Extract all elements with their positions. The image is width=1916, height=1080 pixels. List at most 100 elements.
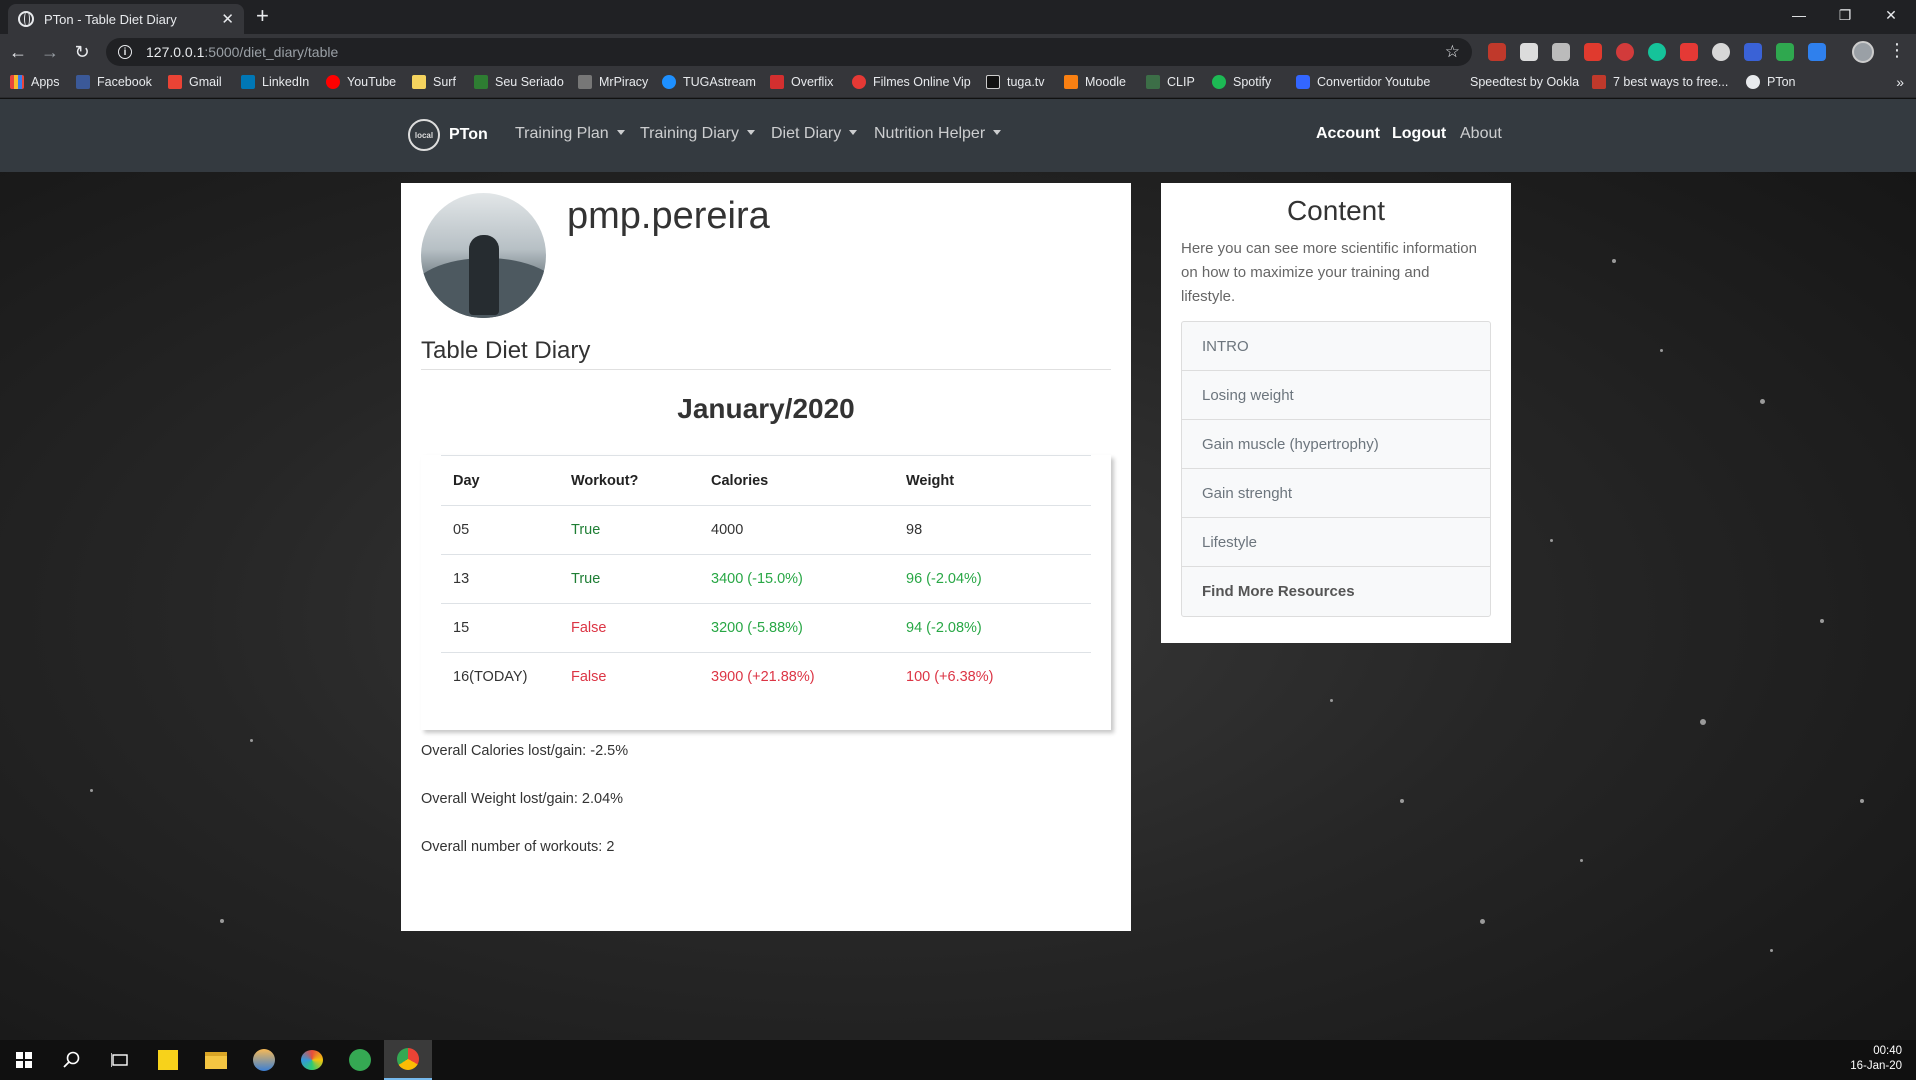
sticky-notes-icon	[158, 1050, 178, 1070]
summary-calories: Overall Calories lost/gain: -2.5%	[421, 743, 629, 759]
bookmark-spotify[interactable]: Spotify	[1212, 75, 1271, 89]
nav-training-diary-dropdown[interactable]: Training Diary	[640, 125, 755, 143]
bookmark-youtube[interactable]: YouTube	[326, 75, 396, 89]
bookmark-mrpiracy[interactable]: MrPiracy	[578, 75, 648, 89]
address-bar[interactable]: i 127.0.0.1:5000/diet_diary/table ☆	[106, 38, 1472, 66]
content-link-losing-weight[interactable]: Losing weight	[1182, 371, 1490, 420]
bookmark-label: Gmail	[189, 75, 222, 89]
site-icon	[662, 75, 676, 89]
bookmark-facebook[interactable]: Facebook	[76, 75, 152, 89]
taskbar-chrome[interactable]	[384, 1040, 432, 1080]
back-button[interactable]: ←	[6, 40, 30, 64]
taskbar-paint[interactable]	[288, 1040, 336, 1080]
linkedin-icon	[241, 75, 255, 89]
bookmark-pton[interactable]: PTon	[1746, 75, 1796, 89]
content-link-lifestyle[interactable]: Lifestyle	[1182, 518, 1490, 567]
zip-extension-icon[interactable]	[1744, 43, 1762, 61]
shield-extension-icon[interactable]	[1808, 43, 1826, 61]
url-path: :5000/diet_diary/table	[204, 44, 339, 60]
caret-down-icon	[616, 130, 625, 135]
background-speck	[1820, 619, 1824, 623]
info-icon[interactable]: i	[118, 45, 132, 59]
extension-icon[interactable]	[1520, 43, 1538, 61]
bookmark-surf[interactable]: Surf	[412, 75, 456, 89]
taskbar-app[interactable]	[336, 1040, 384, 1080]
gmail-icon	[168, 75, 182, 89]
cell-calories: 3400 (-15.0%)	[699, 554, 894, 604]
bookmark-overflix[interactable]: Overflix	[770, 75, 833, 89]
bookmark-label: Facebook	[97, 75, 152, 89]
bookmark-label: YouTube	[347, 75, 397, 89]
content-link-find-more-resources[interactable]: Find More Resources	[1182, 567, 1490, 616]
task-view-button[interactable]	[96, 1040, 144, 1080]
nav-logout-link[interactable]: Logout	[1392, 125, 1446, 143]
reload-button[interactable]: ↻	[70, 40, 94, 64]
more-bookmarks-button[interactable]: »	[1896, 74, 1904, 90]
system-clock[interactable]: 00:40 16-Jan-20	[1850, 1044, 1902, 1074]
nav-label: Diet Diary	[771, 125, 842, 142]
search-button[interactable]	[48, 1040, 96, 1080]
clock-date: 16-Jan-20	[1850, 1060, 1902, 1072]
clock-time: 00:40	[1873, 1045, 1902, 1057]
content-link-intro[interactable]: INTRO	[1182, 322, 1490, 371]
bookmark-speedtest[interactable]: Speedtest by Ookla	[1470, 75, 1579, 89]
background-speck	[1480, 919, 1485, 924]
forward-button[interactable]: →	[38, 40, 62, 64]
browser-menu-icon[interactable]: ⋮	[1888, 40, 1906, 61]
bookmark-convertidor-youtube[interactable]: Convertidor Youtube	[1296, 75, 1430, 89]
brand-link[interactable]: local PTon	[408, 119, 488, 151]
grammarly-extension-icon[interactable]	[1648, 43, 1666, 61]
adblock-extension-icon[interactable]	[1488, 43, 1506, 61]
bookmark-gmail[interactable]: Gmail	[168, 75, 222, 89]
bookmark-filmes-online-vip[interactable]: Filmes Online Vip	[852, 75, 971, 89]
app-icon	[253, 1049, 275, 1071]
bookmark-tuga-tv[interactable]: tuga.tv	[986, 75, 1045, 89]
restore-window-button[interactable]: ❐	[1822, 0, 1868, 30]
close-tab-icon[interactable]: ✕	[221, 10, 234, 28]
bookmark-label: Convertidor Youtube	[1317, 75, 1431, 89]
nav-about-link[interactable]: About	[1460, 125, 1502, 143]
site-navbar: local PTon Training Plan Training Diary …	[0, 99, 1916, 172]
bookmark-7-best-ways[interactable]: 7 best ways to free...	[1592, 75, 1728, 89]
extension-icon[interactable]	[1680, 43, 1698, 61]
content-link-gain-muscle[interactable]: Gain muscle (hypertrophy)	[1182, 420, 1490, 469]
nav-training-plan-dropdown[interactable]: Training Plan	[515, 125, 625, 143]
new-tab-button[interactable]: +	[256, 5, 269, 27]
extension-icon[interactable]	[1616, 43, 1634, 61]
nav-account-link[interactable]: Account	[1316, 125, 1380, 143]
column-header-workout: Workout?	[559, 455, 699, 506]
profile-avatar-icon[interactable]	[1852, 41, 1874, 63]
page-title: Table Diet Diary	[421, 337, 1111, 370]
minimize-window-button[interactable]: —	[1776, 0, 1822, 30]
extension-icon[interactable]	[1712, 43, 1730, 61]
table-row: 13 True 3400 (-15.0%) 96 (-2.04%)	[441, 554, 1091, 604]
bookmarks-bar: Apps Facebook Gmail LinkedIn YouTube Sur…	[0, 70, 1916, 98]
drive-extension-icon[interactable]	[1552, 43, 1570, 61]
bookmark-apps[interactable]: Apps	[10, 75, 60, 89]
bookmark-seu-seriado[interactable]: Seu Seriado	[474, 75, 564, 89]
nav-diet-diary-dropdown[interactable]: Diet Diary	[771, 125, 858, 143]
background-speck	[1400, 799, 1404, 803]
folder-icon	[412, 75, 426, 89]
shield-extension-icon[interactable]	[1776, 43, 1794, 61]
column-header-weight: Weight	[894, 455, 1091, 506]
taskbar-app[interactable]	[240, 1040, 288, 1080]
start-button[interactable]	[0, 1040, 48, 1080]
content-link-gain-strength[interactable]: Gain strenght	[1182, 469, 1490, 518]
taskbar-file-explorer[interactable]	[192, 1040, 240, 1080]
close-window-button[interactable]: ✕	[1868, 0, 1914, 30]
browser-tab[interactable]: PTon - Table Diet Diary ✕	[8, 4, 244, 34]
browser-tab-strip: PTon - Table Diet Diary ✕ + — ❐ ✕	[0, 0, 1916, 34]
cell-day: 05	[441, 505, 559, 555]
pdf-extension-icon[interactable]	[1584, 43, 1602, 61]
bookmark-tugastream[interactable]: TUGAstream	[662, 75, 756, 89]
table-row: 05 True 4000 98	[441, 505, 1091, 555]
bookmark-star-icon[interactable]: ☆	[1445, 42, 1460, 62]
nav-nutrition-helper-dropdown[interactable]: Nutrition Helper	[874, 125, 1002, 143]
bookmark-linkedin[interactable]: LinkedIn	[241, 75, 309, 89]
bookmark-moodle[interactable]: Moodle	[1064, 75, 1126, 89]
bookmark-clip[interactable]: CLIP	[1146, 75, 1195, 89]
globe-icon	[1746, 75, 1760, 89]
taskbar-sticky-notes[interactable]	[144, 1040, 192, 1080]
background-speck	[1860, 799, 1864, 803]
